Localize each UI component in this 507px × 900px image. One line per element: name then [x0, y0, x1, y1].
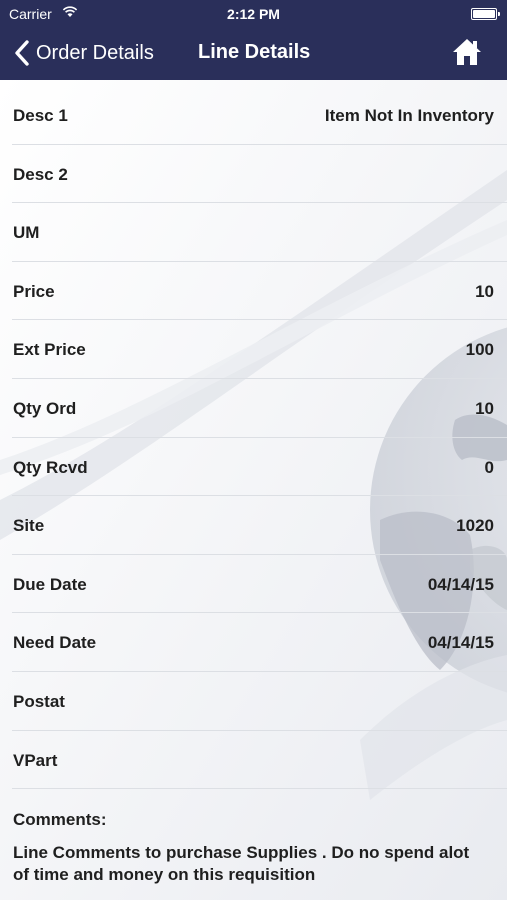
line-details-screen: Carrier 2:12 PM Order Details Line Detai…	[0, 0, 507, 900]
page-title: Line Details	[198, 41, 311, 63]
field-value: 04/14/15	[427, 574, 494, 594]
comments-text: Line Comments to purchase Supplies . Do …	[13, 843, 470, 884]
field-label: VPart	[13, 750, 58, 770]
field-value: 10	[475, 398, 494, 418]
navigation-bar: Order Details Line Details	[0, 28, 507, 80]
list-item-qty-ord: Qty Ord 10	[12, 379, 507, 438]
list-item-postat: Postat	[12, 672, 507, 731]
list-item-vpart: VPart	[12, 731, 507, 790]
battery-icon	[471, 8, 500, 20]
field-label: Qty Rcvd	[13, 457, 88, 477]
field-label: Due Date	[13, 574, 87, 594]
back-button-label: Order Details	[36, 41, 154, 64]
field-label: Qty Ord	[13, 398, 77, 418]
list-item-due-date: Due Date 04/14/15	[12, 555, 507, 614]
field-value: 10	[475, 281, 494, 301]
home-icon[interactable]	[451, 36, 483, 68]
field-value: 100	[465, 340, 494, 360]
field-value: Item Not In Inventory	[324, 106, 494, 125]
list-item-price: Price 10	[12, 262, 507, 321]
content-area[interactable]: Desc 1 Item Not In Inventory Desc 2 UM P…	[0, 80, 507, 900]
detail-list: Desc 1 Item Not In Inventory Desc 2 UM P…	[0, 86, 507, 790]
list-item-site: Site 1020	[12, 496, 507, 555]
field-value: 04/14/15	[427, 633, 494, 653]
field-value: 0	[484, 457, 494, 477]
list-item-um: UM	[12, 203, 507, 262]
top-bar: Carrier 2:12 PM Order Details Line Detai…	[0, 0, 507, 80]
field-label: Postat	[13, 691, 65, 711]
field-label: Need Date	[13, 633, 97, 653]
field-value: 1020	[456, 516, 494, 536]
comments-label: Comments:	[13, 810, 107, 829]
field-label: Desc 1	[13, 106, 68, 125]
back-button[interactable]: Order Details	[12, 38, 154, 68]
field-label: Ext Price	[13, 340, 86, 360]
field-label: Site	[13, 516, 45, 536]
field-label: Price	[13, 281, 55, 301]
list-item-qty-rcvd: Qty Rcvd 0	[12, 438, 507, 497]
list-item-desc2: Desc 2	[12, 145, 507, 204]
list-item-need-date: Need Date 04/14/15	[12, 613, 507, 672]
list-item-desc1: Desc 1 Item Not In Inventory	[12, 86, 507, 145]
status-bar: Carrier 2:12 PM	[0, 0, 507, 28]
field-label: UM	[13, 223, 40, 243]
status-time: 2:12 PM	[227, 6, 280, 22]
chevron-left-icon	[15, 40, 29, 66]
list-item-ext-price: Ext Price 100	[12, 320, 507, 379]
field-label: Desc 2	[13, 164, 68, 184]
